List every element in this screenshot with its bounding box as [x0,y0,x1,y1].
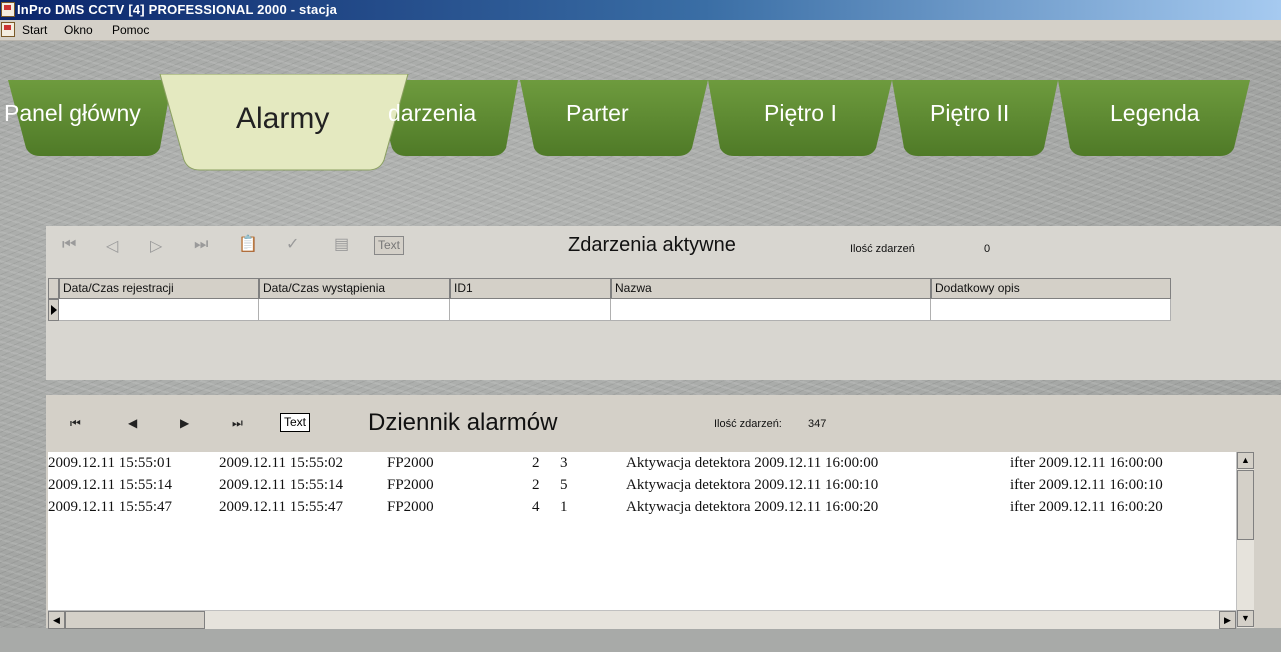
events-grid: Data/Czas rejestracji Data/Czas wystąpie… [48,278,1171,332]
col-header-description[interactable]: Dodatkowy opis [931,278,1171,299]
menu-bar: Start Okno Pomoc [0,20,1281,41]
cell-name[interactable] [611,299,931,321]
app-icon [1,2,15,17]
log-row[interactable]: 2009.12.11 15:55:47 2009.12.11 15:55:47 … [48,499,1236,521]
first-record-icon[interactable]: ⏮ [62,236,76,254]
menu-okno[interactable]: Okno [64,20,93,40]
window-title: InPro DMS CCTV [4] PROFESSIONAL 2000 - s… [17,2,338,17]
cell-occurrence[interactable] [259,299,450,321]
menu-pomoc[interactable]: Pomoc [112,20,149,40]
log-description: Aktywacja detektora 2009.12.11 16:00:10 [626,477,879,493]
clipboard-icon[interactable]: 📋 [238,234,258,254]
vertical-scroll-thumb[interactable] [1237,470,1254,540]
log-next-icon[interactable]: ▶ [180,416,189,430]
vertical-scrollbar[interactable]: ▲ ▼ [1236,452,1254,628]
events-panel-title: Zdarzenia aktywne [568,234,736,256]
col-header-registration[interactable]: Data/Czas rejestracji [59,278,259,299]
log-occ-time: 2009.12.11 15:55:02 [219,455,344,471]
col-header-id1[interactable]: ID1 [450,278,611,299]
log-last-icon[interactable]: ⏭ [232,416,243,431]
row-selector-icon[interactable] [48,299,59,321]
horizontal-scroll-thumb[interactable] [65,611,205,629]
log-row[interactable]: 2009.12.11 15:55:01 2009.12.11 15:55:02 … [48,455,1236,477]
log-extra: ifter 2009.12.11 16:00:00 [1010,455,1163,471]
log-reg-time: 2009.12.11 15:55:01 [48,455,173,471]
scroll-down-icon[interactable]: ▼ [1237,610,1254,627]
title-bar: InPro DMS CCTV [4] PROFESSIONAL 2000 - s… [0,0,1281,20]
log-first-icon[interactable]: ⏮ [70,416,81,431]
log-description: Aktywacja detektora 2009.12.11 16:00:20 [626,499,879,515]
grid-corner [48,278,59,299]
events-count-value: 0 [984,243,991,255]
log-text-button[interactable]: Text [280,413,311,432]
events-grid-header: Data/Czas rejestracji Data/Czas wystąpie… [48,278,1171,299]
tab-shapes [0,74,1250,171]
tab-alarmy[interactable]: Alarmy [236,102,329,136]
tab-legenda[interactable]: Legenda [1110,100,1200,127]
horizontal-scrollbar[interactable]: ◀ ▶ [48,610,1236,629]
log-reg-time: 2009.12.11 15:55:47 [48,499,173,515]
log-zone-a: 4 [532,499,540,515]
tab-strip: Panel główny Alarmy darzenia Parter Pięt… [0,74,1281,174]
log-zone-b: 1 [560,499,568,515]
alarm-log-list[interactable]: 2009.12.11 15:55:01 2009.12.11 15:55:02 … [48,452,1236,628]
col-header-occurrence[interactable]: Data/Czas wystąpienia [259,278,450,299]
log-reg-time: 2009.12.11 15:55:14 [48,477,173,493]
log-occ-time: 2009.12.11 15:55:14 [219,477,344,493]
events-grid-new-row[interactable] [48,299,1171,321]
log-zone-b: 3 [560,455,568,471]
note-icon[interactable]: ▤ [334,234,349,254]
scroll-right-icon[interactable]: ▶ [1219,611,1236,629]
log-occ-time: 2009.12.11 15:55:47 [219,499,344,515]
scroll-left-icon[interactable]: ◀ [48,611,65,629]
log-count-value: 347 [808,418,827,430]
tab-pietro-2[interactable]: Piętro II [930,100,1009,127]
log-zone-a: 2 [532,455,540,471]
cell-id1[interactable] [450,299,611,321]
cell-registration[interactable] [59,299,259,321]
scroll-up-icon[interactable]: ▲ [1237,452,1254,469]
log-device: FP2000 [387,499,434,515]
alarm-log-title: Dziennik alarmów [368,409,558,436]
tab-panel-glowny[interactable]: Panel główny [4,100,141,127]
log-description: Aktywacja detektora 2009.12.11 16:00:00 [626,455,879,471]
log-extra: ifter 2009.12.11 16:00:10 [1010,477,1163,493]
tab-parter[interactable]: Parter [566,100,629,127]
log-prev-icon[interactable]: ◀ [128,416,137,430]
tab-pietro-1[interactable]: Piętro I [764,100,837,127]
menu-start[interactable]: Start [22,20,47,40]
events-text-button[interactable]: Text [374,236,405,255]
check-icon[interactable]: ✓ [286,234,299,254]
cell-description[interactable] [931,299,1171,321]
log-count-label: Ilość zdarzeń: [714,418,782,430]
last-record-icon[interactable]: ⏭ [194,236,208,254]
prev-record-icon[interactable]: ◁ [106,236,118,256]
log-extra: ifter 2009.12.11 16:00:20 [1010,499,1163,515]
events-count-label: Ilość zdarzeń [850,243,915,255]
tab-zdarzenia[interactable]: darzenia [388,100,476,127]
log-zone-a: 2 [532,477,540,493]
col-header-name[interactable]: Nazwa [611,278,931,299]
next-record-icon[interactable]: ▷ [150,236,162,256]
log-zone-b: 5 [560,477,568,493]
log-device: FP2000 [387,477,434,493]
document-icon[interactable] [1,22,15,37]
log-row[interactable]: 2009.12.11 15:55:14 2009.12.11 15:55:14 … [48,477,1236,499]
log-device: FP2000 [387,455,434,471]
